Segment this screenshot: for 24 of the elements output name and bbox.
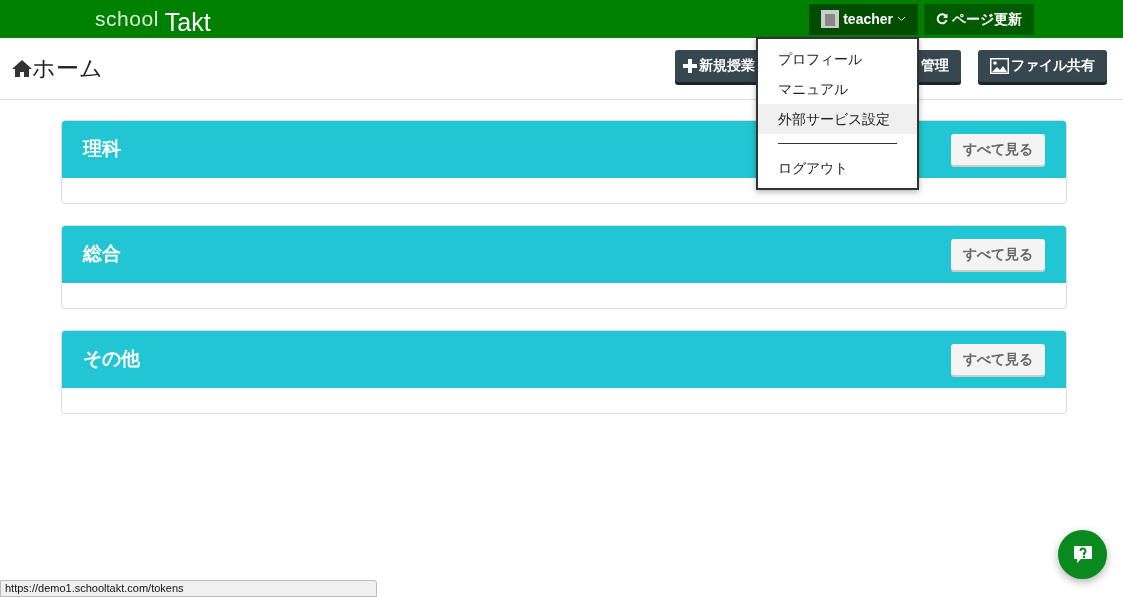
- see-all-button[interactable]: すべて見る: [951, 134, 1045, 165]
- see-all-button[interactable]: すべて見る: [951, 239, 1045, 270]
- help-button[interactable]: [1058, 530, 1107, 579]
- page-title: ホーム: [32, 54, 103, 84]
- menu-item[interactable]: ログアウト: [758, 153, 917, 183]
- menu-item[interactable]: 外部サービス設定: [758, 104, 917, 134]
- user-menu-button[interactable]: teacher: [809, 3, 918, 35]
- home-icon: [12, 60, 32, 77]
- refresh-button[interactable]: ページ更新: [924, 3, 1034, 35]
- section-title: 理科: [83, 137, 121, 162]
- help-chat-icon: [1072, 544, 1093, 565]
- avatar-icon: [821, 10, 840, 28]
- section-title: 総合: [83, 242, 121, 267]
- logo: school Takt: [95, 6, 211, 35]
- see-all-button[interactable]: すべて見る: [951, 344, 1045, 375]
- section-title: その他: [83, 347, 140, 372]
- menu-item[interactable]: プロフィール: [758, 44, 917, 74]
- plus-icon: [683, 58, 697, 73]
- refresh-icon: [936, 13, 948, 25]
- image-icon: [990, 57, 1009, 74]
- caret-icon: [897, 16, 906, 22]
- toolbar-button[interactable]: ファイル共有: [978, 49, 1107, 82]
- status-url: https://demo1.schooltakt.com/tokens: [0, 580, 377, 597]
- menu-item[interactable]: マニュアル: [758, 74, 917, 104]
